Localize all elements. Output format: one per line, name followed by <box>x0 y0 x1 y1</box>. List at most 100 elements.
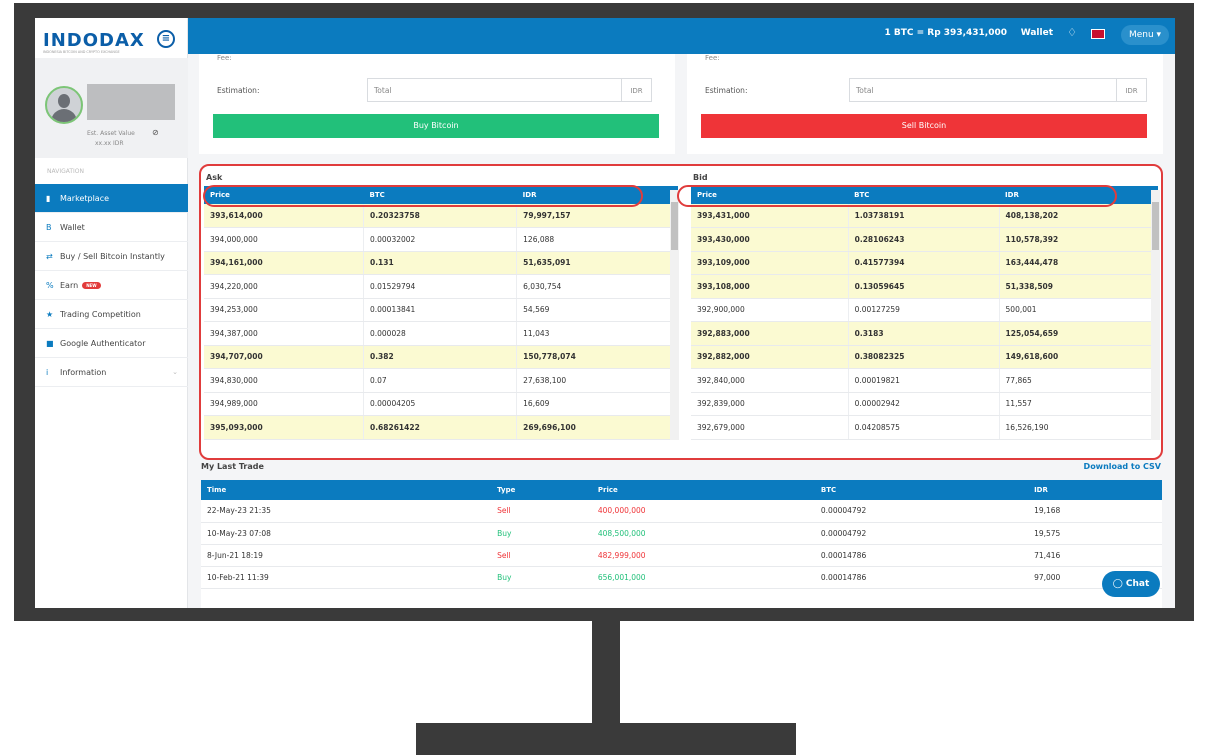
btc-rate: 1 BTC = Rp 393,431,000 <box>884 28 1007 38</box>
trade-idr-cell: 19,168 <box>1028 500 1162 523</box>
table-row[interactable]: 394,253,000 0.00013841 54,569 <box>204 298 678 322</box>
last-trade-title: My Last Trade <box>201 462 264 471</box>
ask-idr-cell: 51,635,091 <box>516 251 678 275</box>
sidebar-item-google-authenticator[interactable]: ■ Google Authenticator <box>35 329 188 358</box>
bid-idr-cell: 408,138,202 <box>999 204 1159 228</box>
chart-icon: ▮ <box>46 193 51 203</box>
ask-price-cell: 394,989,000 <box>204 392 364 416</box>
table-row[interactable]: 394,220,000 0.01529794 6,030,754 <box>204 274 678 299</box>
info-icon: i <box>46 367 49 377</box>
bid-btc-cell: 0.00127259 <box>848 298 1000 322</box>
bid-btc-cell: 0.00019821 <box>848 368 1000 393</box>
column-header[interactable]: Time <box>201 480 492 500</box>
table-row[interactable]: 393,614,000 0.20323758 79,997,157 <box>204 204 678 228</box>
bid-idr-cell: 125,054,659 <box>999 321 1159 346</box>
ask-scrollbar[interactable] <box>670 190 679 440</box>
table-row[interactable]: 394,830,000 0.07 27,638,100 <box>204 368 678 393</box>
ask-price-cell: 394,253,000 <box>204 298 364 322</box>
table-row[interactable]: 393,430,000 0.28106243 110,578,392 <box>691 227 1159 252</box>
sidebar-item-label: Buy / Sell Bitcoin Instantly <box>60 251 165 261</box>
wallet-link[interactable]: Wallet <box>1021 28 1053 38</box>
sell-bitcoin-button[interactable]: Sell Bitcoin <box>701 114 1147 138</box>
sidebar-item-wallet[interactable]: B Wallet <box>35 213 188 242</box>
sell-form: Fee: Estimation: Total IDR Sell Bitcoin <box>687 54 1163 154</box>
ask-book: Ask Price BTC IDR 393,614,000 0.20323758 7… <box>203 170 679 440</box>
avatar-body <box>51 109 77 122</box>
scrollbar-thumb[interactable] <box>1152 202 1159 250</box>
table-row[interactable]: 392,882,000 0.38082325 149,618,600 <box>691 345 1159 369</box>
last-trade-panel: Time Type Price BTC IDR 22-May-23 21:35 S… <box>201 480 1162 608</box>
column-header[interactable]: Price <box>591 480 815 500</box>
ask-idr-cell: 269,696,100 <box>516 415 678 440</box>
table-row[interactable]: 10-May-23 07:08 Buy 408,500,000 0.00004792 1… <box>201 522 1162 545</box>
chat-button[interactable]: ◯ Chat <box>1102 571 1160 597</box>
sell-estimation-unit: IDR <box>1117 78 1147 102</box>
bid-scrollbar[interactable] <box>1151 190 1160 440</box>
ask-title: Ask <box>206 173 223 182</box>
ask-idr-cell: 54,569 <box>516 298 678 322</box>
table-row[interactable]: 395,093,000 0.68261422 269,696,100 <box>204 415 678 440</box>
sidebar-item-earn[interactable]: % Earn NEW <box>35 271 188 300</box>
trade-btc-cell: 0.00004792 <box>814 500 1029 523</box>
download-csv-link[interactable]: Download to CSV <box>1084 462 1161 471</box>
buy-estimation-label: Estimation: <box>217 86 260 95</box>
buy-estimation-input[interactable]: Total <box>367 78 622 102</box>
sidebar-item-buy-sell[interactable]: ⇄ Buy / Sell Bitcoin Instantly <box>35 242 188 271</box>
sidebar-item-trading-competition[interactable]: ★ Trading Competition <box>35 300 188 329</box>
header-annotation-oval <box>203 185 643 207</box>
avatar[interactable] <box>45 86 83 124</box>
eye-off-icon[interactable]: ⊘ <box>152 128 159 137</box>
sidebar-item-label: Trading Competition <box>60 309 141 319</box>
table-row[interactable]: 394,161,000 0.131 51,635,091 <box>204 251 678 275</box>
ask-btc-cell: 0.68261422 <box>363 415 518 440</box>
sidebar-item-information[interactable]: i Information ⌄ <box>35 358 188 387</box>
table-row[interactable]: 393,108,000 0.13059645 51,338,509 <box>691 274 1159 299</box>
sidebar: INDODAX INDONESIA BITCOIN AND CRYPTO EXC… <box>35 18 188 608</box>
ask-btc-cell: 0.00013841 <box>363 298 518 322</box>
table-row[interactable]: 394,707,000 0.382 150,778,074 <box>204 345 678 369</box>
column-header[interactable]: IDR <box>1028 480 1162 500</box>
buy-bitcoin-button[interactable]: Buy Bitcoin <box>213 114 659 138</box>
nav-title: NAVIGATION <box>47 168 85 175</box>
brand-logo[interactable]: INDODAX <box>43 30 145 51</box>
column-header[interactable]: Type <box>491 480 592 500</box>
sell-estimation-label: Estimation: <box>705 86 748 95</box>
ask-price-cell: 394,387,000 <box>204 321 364 346</box>
sidebar-item-marketplace[interactable]: ▮ Marketplace <box>35 184 188 213</box>
sell-fee-label: Fee: <box>705 54 720 62</box>
bid-price-cell: 392,839,000 <box>691 392 849 416</box>
sidebar-toggle-icon[interactable]: ≡ <box>157 30 175 48</box>
table-row[interactable]: 394,989,000 0.00004205 16,609 <box>204 392 678 416</box>
bid-price-cell: 393,108,000 <box>691 274 849 299</box>
table-row[interactable]: 392,883,000 0.3183 125,054,659 <box>691 321 1159 346</box>
table-row[interactable]: 8-Jun-21 18:19 Sell 482,999,000 0.00014786 7… <box>201 544 1162 567</box>
ask-btc-cell: 0.07 <box>363 368 518 393</box>
bell-icon[interactable]: ♢ <box>1067 26 1077 39</box>
language-flag-icon[interactable] <box>1091 29 1105 39</box>
table-row[interactable]: 392,679,000 0.04208575 16,526,190 <box>691 415 1159 440</box>
table-row[interactable]: 394,387,000 0.000028 11,043 <box>204 321 678 346</box>
table-row[interactable]: 10-Feb-21 11:39 Buy 656,001,000 0.00014786 9… <box>201 566 1162 589</box>
user-profile: Est. Asset Value ⊘ xx.xx IDR <box>35 58 188 158</box>
chat-bubble-icon: ◯ <box>1112 579 1126 589</box>
scrollbar-thumb[interactable] <box>671 202 678 250</box>
ask-price-cell: 394,830,000 <box>204 368 364 393</box>
table-row[interactable]: 392,840,000 0.00019821 77,865 <box>691 368 1159 393</box>
table-row[interactable]: 393,109,000 0.41577394 163,444,478 <box>691 251 1159 275</box>
table-row[interactable]: 392,900,000 0.00127259 500,001 <box>691 298 1159 322</box>
bid-table: Price BTC IDR 393,431,000 1.03738191 408,1… <box>691 186 1159 440</box>
table-row[interactable]: 392,839,000 0.00002942 11,557 <box>691 392 1159 416</box>
table-row[interactable]: 393,431,000 1.03738191 408,138,202 <box>691 204 1159 228</box>
trade-time-cell: 8-Jun-21 18:19 <box>201 544 492 567</box>
sell-estimation-input[interactable]: Total <box>849 78 1117 102</box>
ask-idr-cell: 11,043 <box>516 321 678 346</box>
trade-type-cell: Sell <box>491 544 592 567</box>
screen: INDODAX INDONESIA BITCOIN AND CRYPTO EXC… <box>35 18 1175 608</box>
bid-btc-cell: 0.3183 <box>848 321 1000 346</box>
table-row[interactable]: 22-May-23 21:35 Sell 400,000,000 0.00004792… <box>201 500 1162 523</box>
menu-button[interactable]: Menu ▾ <box>1121 25 1169 45</box>
sidebar-item-label: Google Authenticator <box>60 338 146 348</box>
column-header[interactable]: BTC <box>814 480 1029 500</box>
table-row[interactable]: 394,000,000 0.00032002 126,088 <box>204 227 678 252</box>
buy-fee-label: Fee: <box>217 54 232 62</box>
